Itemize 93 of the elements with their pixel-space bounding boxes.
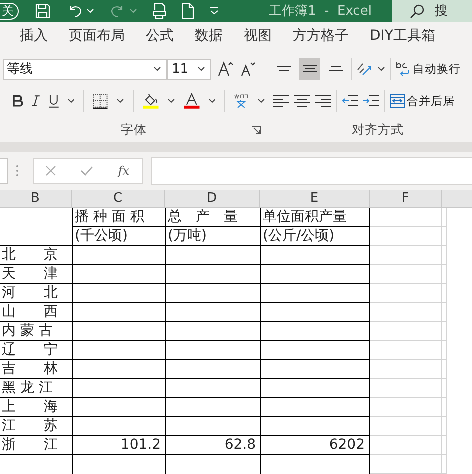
- grip-icon: [16, 165, 19, 177]
- table-cell: (公斤/公顷): [260, 227, 370, 246]
- table-cell: [370, 284, 442, 303]
- save-icon[interactable]: [35, 3, 51, 19]
- font-name-dropdown[interactable]: 等线: [3, 58, 167, 80]
- formula-input[interactable]: [151, 157, 472, 185]
- table-cell: 吉 林: [0, 360, 72, 379]
- fill-bucket-icon[interactable]: [143, 93, 159, 109]
- underline-icon[interactable]: [48, 94, 59, 108]
- align-top-icon: [276, 66, 290, 72]
- table-cell: [370, 455, 442, 474]
- align-right-icon[interactable]: [315, 95, 331, 107]
- wrap-text-button[interactable]: 自动换行: [396, 61, 461, 77]
- table-cell: [370, 379, 442, 398]
- table-cell: [370, 322, 442, 341]
- align-middle-icon: [302, 65, 316, 73]
- table-cell: [370, 303, 442, 322]
- borders-icon[interactable]: [93, 94, 108, 108]
- wrap-text-icon: [396, 61, 411, 77]
- caret-icon[interactable]: [258, 98, 266, 104]
- caret-icon: [154, 66, 161, 72]
- align-bottom-icon: [328, 66, 342, 72]
- customize-caret-icon[interactable]: [210, 7, 219, 15]
- ribbon-tab[interactable]: 数据: [195, 27, 223, 45]
- table-cell: [370, 360, 442, 379]
- column-header[interactable]: E: [260, 190, 370, 207]
- caret-icon[interactable]: [378, 66, 385, 72]
- table-cell: 单位面积产量: [260, 208, 370, 227]
- table-cell: 北 京: [0, 246, 72, 265]
- print-preview-icon[interactable]: [153, 3, 166, 19]
- column-header[interactable]: F: [370, 190, 442, 207]
- table-cell: (万吨): [165, 227, 260, 246]
- table-cell: 总 产 量: [165, 208, 260, 227]
- table-cell: 62.8: [165, 436, 260, 455]
- new-document-icon[interactable]: [182, 3, 194, 19]
- autosave-toggle[interactable]: 关: [0, 2, 19, 20]
- table-cell: [370, 398, 442, 417]
- table-cell: 101.2: [72, 436, 165, 455]
- ribbon-tab[interactable]: 方方格子: [293, 27, 349, 45]
- table-cell: (千公顷): [72, 227, 165, 246]
- table-cell: 山 西: [0, 303, 72, 322]
- font-color-icon[interactable]: [184, 93, 200, 109]
- caret-icon[interactable]: [168, 98, 175, 104]
- increase-font-size-icon[interactable]: [218, 61, 234, 77]
- table-cell: [370, 265, 442, 284]
- checkmark-icon[interactable]: [81, 166, 94, 176]
- table-cell: [370, 436, 442, 455]
- ribbon-tab[interactable]: 公式: [146, 27, 174, 45]
- ribbon-tab[interactable]: 插入: [20, 27, 48, 45]
- bold-icon[interactable]: [13, 95, 23, 107]
- column-header[interactable]: C: [72, 190, 165, 207]
- increase-indent-icon[interactable]: [363, 95, 379, 107]
- merge-center-button[interactable]: 合并后居: [390, 94, 455, 108]
- table-cell: 河 北: [0, 284, 72, 303]
- column-header[interactable]: B: [0, 190, 72, 207]
- align-left-icon[interactable]: [273, 95, 289, 107]
- decrease-indent-icon[interactable]: [342, 95, 358, 107]
- search-icon: [410, 4, 425, 18]
- group-label: 字体: [121, 122, 147, 138]
- table-cell: 天 津: [0, 265, 72, 284]
- text-orientation-icon[interactable]: [357, 62, 373, 76]
- caret-icon[interactable]: [208, 98, 216, 104]
- table-cell: 辽 宁: [0, 341, 72, 360]
- caret-icon[interactable]: [68, 98, 74, 104]
- caret-icon[interactable]: [117, 98, 124, 104]
- decrease-font-size-icon[interactable]: [241, 61, 257, 77]
- window-title: 工作簿1 - Excel: [269, 3, 372, 20]
- table-cell: 上 海: [0, 398, 72, 417]
- ribbon-tab[interactable]: 页面布局: [69, 27, 125, 45]
- search-field[interactable]: 搜: [392, 0, 472, 22]
- dialog-launcher-icon[interactable]: [252, 126, 261, 135]
- phonetic-guide-icon[interactable]: [234, 94, 250, 108]
- table-cell: [370, 417, 442, 436]
- table-cell: [370, 246, 442, 265]
- group-label: 对齐方式: [352, 122, 404, 138]
- merge-cells-icon: [390, 94, 405, 108]
- ribbon-tab[interactable]: DIY工具箱: [370, 27, 436, 45]
- table-cell: 6202: [260, 436, 370, 455]
- table-cell: 播 种 面 积: [72, 208, 165, 227]
- column-header[interactable]: D: [165, 190, 260, 207]
- table-cell: 浙 江: [0, 436, 72, 455]
- caret-icon: [198, 66, 205, 72]
- insert-function-button[interactable]: fx: [118, 164, 130, 178]
- ribbon-tab[interactable]: 视图: [244, 27, 272, 45]
- table-cell: 江 苏: [0, 417, 72, 436]
- table-cell: [370, 227, 442, 246]
- italic-icon[interactable]: [32, 95, 40, 107]
- table-cell: [370, 341, 442, 360]
- font-size-dropdown[interactable]: 11: [167, 58, 211, 80]
- table-cell: 黑 龙 江: [0, 379, 72, 398]
- table-cell: 内 蒙 古: [0, 322, 72, 341]
- vertical-align-button[interactable]: [299, 58, 320, 80]
- align-center-icon[interactable]: [294, 95, 310, 107]
